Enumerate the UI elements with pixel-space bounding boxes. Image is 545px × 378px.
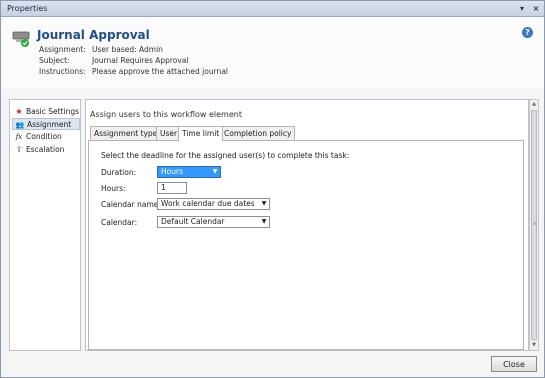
scroll-down-icon[interactable]: ▼ (530, 341, 538, 350)
window-close-icon[interactable]: × (530, 3, 542, 14)
settings-sidebar: ★ Basic Settings 👥 Assignment fx Conditi… (9, 99, 81, 351)
calendar-label: Calendar: (101, 218, 138, 227)
close-button[interactable]: Close (491, 356, 537, 372)
hours-label: Hours: (101, 184, 126, 193)
instructions-row: Instructions: Please approve the attached… (39, 67, 228, 76)
sidebar-item-label: Assignment (27, 120, 72, 129)
sidebar-item-label: Basic Settings (26, 107, 80, 116)
users-icon: 👥 (15, 121, 25, 129)
duration-select[interactable]: Hours ▼ (157, 166, 221, 178)
instructions-label: Instructions: (39, 67, 86, 76)
calendar-name-label: Calendar name: (101, 200, 161, 209)
workflow-approval-icon (12, 31, 30, 47)
sidebar-item-escalation[interactable]: ⇪ Escalation (12, 144, 80, 156)
sidebar-item-basic-settings[interactable]: ★ Basic Settings (12, 106, 80, 118)
assignment-row: Assignment: User based: Admin (39, 45, 163, 54)
subject-row: Subject: Journal Requires Approval (39, 56, 189, 65)
chevron-down-icon[interactable]: ▼ (259, 199, 269, 209)
assignment-label: Assignment: (39, 45, 86, 54)
properties-window: Properties ▾ × Journal Approval Assignme… (0, 0, 545, 378)
sidebar-item-label: Condition (26, 132, 62, 141)
time-limit-panel: Select the deadline for the assigned use… (88, 140, 524, 350)
calendar-name-select[interactable]: Work calendar due dates ▼ (157, 198, 270, 210)
star-icon: ★ (15, 107, 23, 116)
escalation-icon: ⇪ (15, 145, 23, 154)
calendar-select[interactable]: Default Calendar ▼ (157, 216, 270, 228)
function-icon: fx (15, 133, 23, 141)
subject-label: Subject: (39, 56, 70, 65)
tab-time-limit[interactable]: Time limit (178, 126, 224, 141)
sidebar-item-label: Escalation (26, 145, 65, 154)
hours-input[interactable]: 1 (157, 182, 187, 194)
sidebar-item-assignment[interactable]: 👥 Assignment (12, 118, 80, 130)
tab-assignment-type[interactable]: Assignment type (90, 126, 162, 140)
tab-completion-policy[interactable]: Completion policy (220, 126, 296, 140)
title-bar[interactable]: Properties ▾ × (1, 1, 544, 17)
calendar-name-value: Work calendar due dates (161, 199, 255, 208)
chevron-down-icon[interactable]: ▼ (210, 167, 220, 177)
vertical-scrollbar[interactable]: ▲ ≡ ▼ (529, 99, 539, 351)
assignment-panel: Assign users to this workflow element As… (85, 99, 529, 351)
window-title: Properties (7, 4, 48, 13)
help-icon[interactable]: ? (522, 27, 533, 38)
instructions-value: Please approve the attached journal (92, 67, 228, 76)
subject-value: Journal Requires Approval (92, 56, 189, 65)
deadline-instruction: Select the deadline for the assigned use… (101, 151, 350, 160)
panel-heading: Assign users to this workflow element (90, 110, 242, 119)
grip-icon: ≡ (532, 221, 538, 227)
assignment-value: User based: Admin (92, 45, 163, 54)
duration-value: Hours (161, 167, 183, 176)
sidebar-item-condition[interactable]: fx Condition (12, 131, 80, 143)
workflow-title: Journal Approval (37, 28, 150, 42)
window-menu-dropdown-icon[interactable]: ▾ (516, 3, 528, 14)
chevron-down-icon[interactable]: ▼ (259, 217, 269, 227)
scrollbar-thumb[interactable]: ≡ (531, 110, 537, 340)
duration-label: Duration: (101, 168, 137, 177)
calendar-value: Default Calendar (161, 217, 225, 226)
scroll-up-icon[interactable]: ▲ (530, 100, 538, 109)
